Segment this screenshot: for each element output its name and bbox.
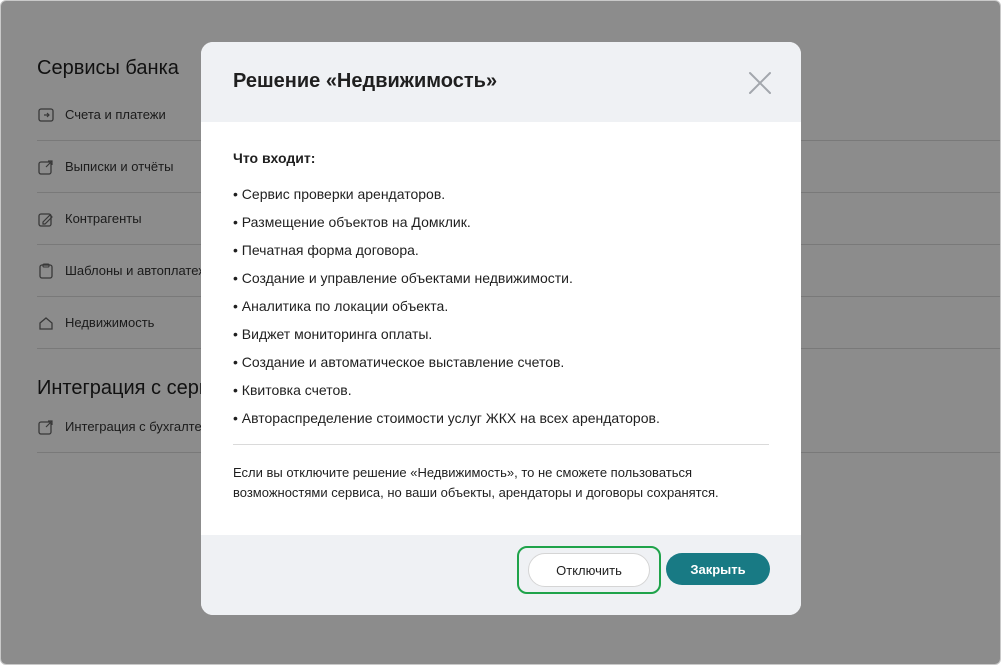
list-item: • Создание и управление объектами недвиж… — [233, 270, 573, 286]
modal-header: Решение «Недвижимость» — [201, 42, 801, 122]
modal-dialog: Решение «Недвижимость» Что входит: • Сер… — [201, 42, 801, 615]
modal-body: Что входит: • Сервис проверки арендаторо… — [201, 122, 801, 503]
list-item: • Квитовка счетов. — [233, 382, 352, 398]
list-item: • Создание и автоматическое выставление … — [233, 354, 565, 370]
feature-list: • Сервис проверки арендаторов. • Размеще… — [233, 186, 769, 438]
close-button[interactable]: Закрыть — [666, 553, 770, 585]
list-item: • Аналитика по локации объекта. — [233, 298, 449, 314]
modal-title: Решение «Недвижимость» — [233, 70, 498, 92]
modal-footer: Отключить Закрыть — [201, 535, 801, 615]
app-frame: Сервисы банка Счета и платежи Выписки и … — [0, 0, 1001, 665]
list-item: • Виджет мониторинга оплаты. — [233, 326, 433, 342]
list-item: • Размещение объектов на Домклик. — [233, 214, 471, 230]
list-item: • Автораспределение стоимости услуг ЖКХ … — [233, 410, 660, 426]
close-icon[interactable] — [747, 70, 773, 96]
disable-button[interactable]: Отключить — [528, 553, 650, 587]
disable-warning-note: Если вы отключите решение «Недвижимость»… — [233, 465, 719, 500]
features-heading: Что входит: — [233, 150, 316, 166]
divider — [233, 444, 769, 445]
list-item: • Сервис проверки арендаторов. — [233, 186, 446, 202]
list-item: • Печатная форма договора. — [233, 242, 419, 258]
